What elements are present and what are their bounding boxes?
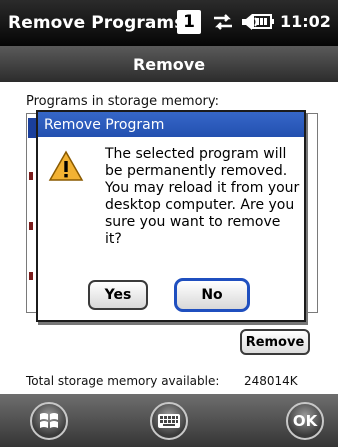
page-title: Remove: [132, 54, 206, 74]
dialog-title-bar: Remove Program: [38, 112, 304, 137]
page-header: Remove: [0, 46, 338, 82]
dialog-title: Remove Program: [44, 116, 165, 133]
ok-button[interactable]: OK: [286, 402, 324, 440]
warning-icon: [48, 150, 84, 186]
battery-icon[interactable]: [251, 13, 275, 35]
clock-time[interactable]: 11:02: [280, 12, 331, 31]
list-item-marker: [29, 172, 33, 180]
remove-program-dialog: Remove Program The selected program will…: [36, 110, 306, 322]
storage-value: 248014K: [244, 374, 298, 388]
windows-start-icon[interactable]: [30, 402, 68, 440]
list-item-marker: [29, 222, 33, 230]
no-button[interactable]: No: [174, 278, 250, 312]
dialog-message: The selected program will be permanently…: [105, 146, 300, 247]
status-bar: Remove Programs 1 11:02: [0, 0, 338, 46]
app-title: Remove Programs: [8, 13, 185, 33]
notification-badge[interactable]: 1: [177, 10, 201, 34]
storage-label: Total storage memory available:: [26, 374, 220, 388]
programs-label: Programs in storage memory:: [26, 94, 220, 109]
remove-button[interactable]: Remove: [240, 329, 310, 355]
yes-button[interactable]: Yes: [88, 280, 148, 310]
connectivity-icon[interactable]: [211, 10, 235, 38]
list-item-marker: [29, 272, 33, 280]
bottom-softkey-bar: OK: [0, 394, 338, 447]
keyboard-icon[interactable]: [150, 402, 188, 440]
